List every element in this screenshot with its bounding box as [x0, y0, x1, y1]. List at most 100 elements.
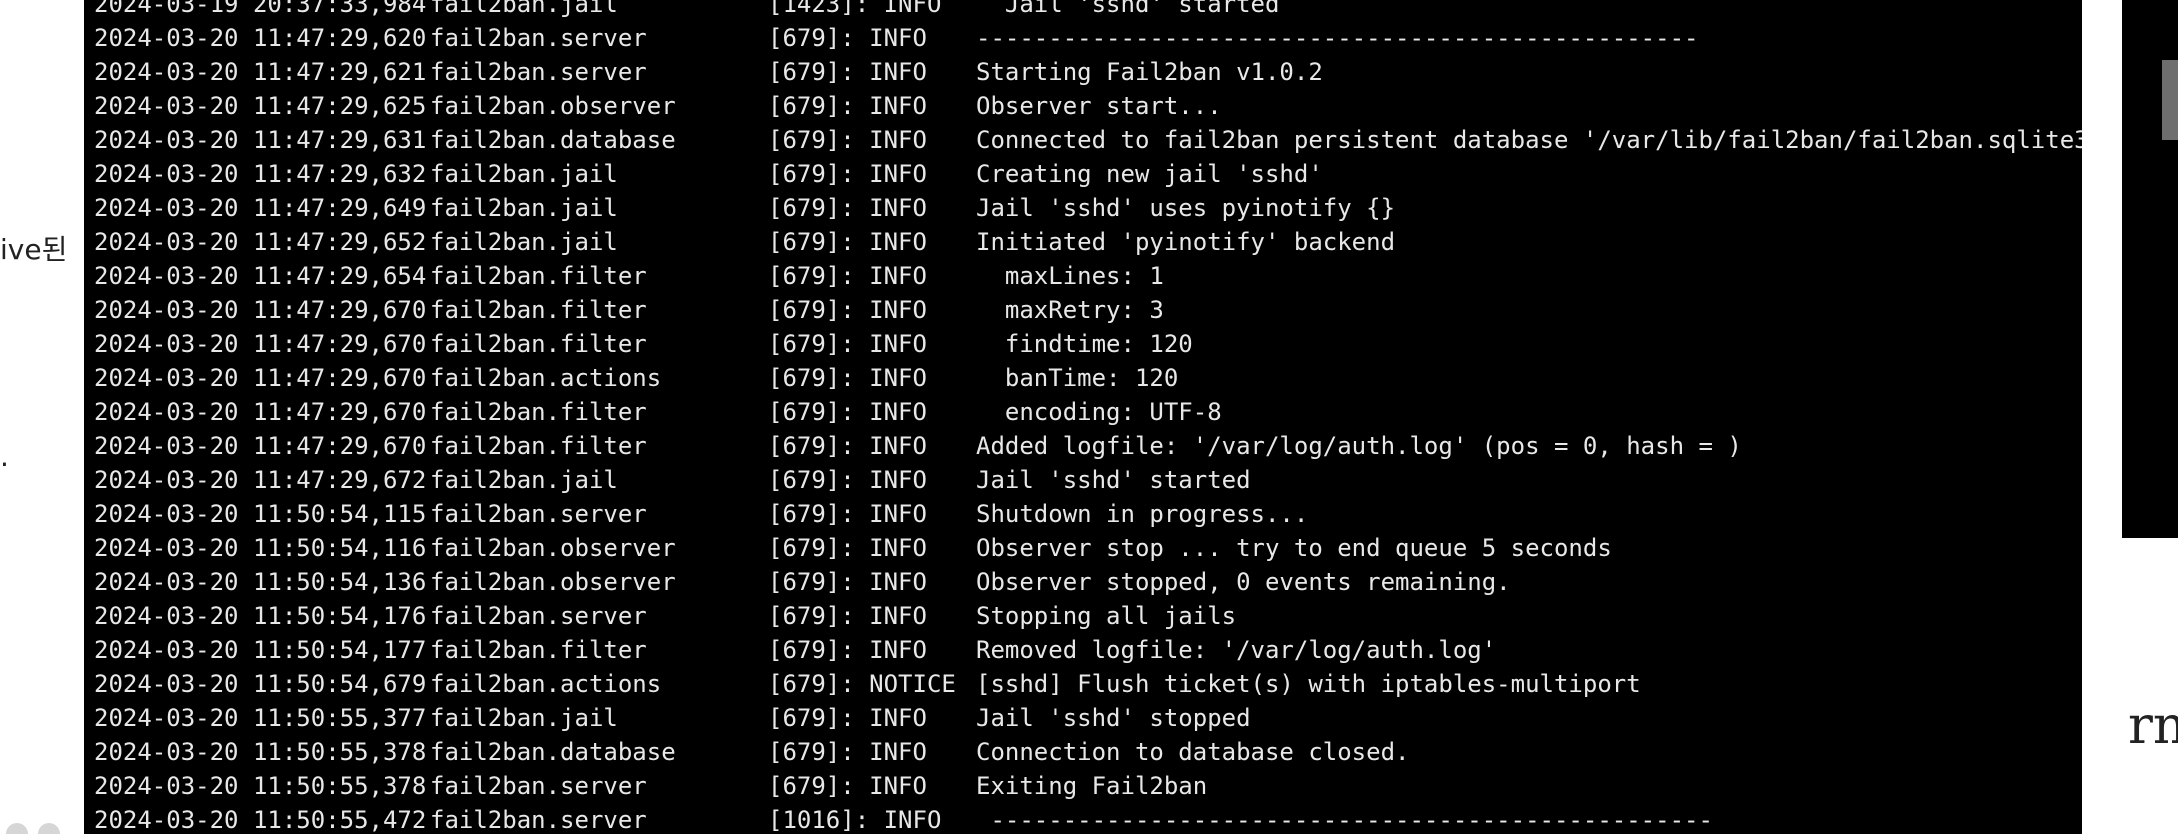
log-message: Jail 'sshd' uses pyinotify {} — [976, 194, 1396, 222]
log-message: Shutdown in progress... — [976, 500, 1309, 528]
log-level: [679]: INFO — [768, 500, 927, 528]
log-logger-name: fail2ban.observer — [430, 568, 676, 596]
log-level: [679]: INFO — [768, 364, 927, 392]
log-message: Removed logfile: '/var/log/auth.log' — [976, 636, 1497, 664]
log-timestamp: 2024-03-20 11:50:54,136 — [94, 568, 427, 596]
log-timestamp: 2024-03-20 11:50:54,115 — [94, 500, 427, 528]
log-timestamp: 2024-03-20 11:50:54,116 — [94, 534, 427, 562]
log-message: Observer stopped, 0 events remaining. — [976, 568, 1511, 596]
log-level: [679]: INFO — [768, 636, 927, 664]
log-level: [679]: INFO — [768, 92, 927, 120]
background-image-detail — [2162, 60, 2178, 140]
log-message: Starting Fail2ban v1.0.2 — [976, 58, 1323, 86]
log-level: [1423]: INFO — [768, 0, 942, 18]
log-timestamp: 2024-03-20 11:50:54,176 — [94, 602, 427, 630]
log-logger-name: fail2ban.server — [430, 602, 647, 630]
log-level: [679]: INFO — [768, 160, 927, 188]
log-timestamp: 2024-03-20 11:47:29,631 — [94, 126, 427, 154]
log-level: [679]: INFO — [768, 772, 927, 800]
log-timestamp: 2024-03-20 11:47:29,654 — [94, 262, 427, 290]
log-timestamp: 2024-03-20 11:47:29,632 — [94, 160, 427, 188]
log-timestamp: 2024-03-20 11:47:29,670 — [94, 398, 427, 426]
log-message: Stopping all jails — [976, 602, 1237, 630]
window-control-icon[interactable] — [38, 823, 60, 834]
log-logger-name: fail2ban.filter — [430, 432, 647, 460]
log-message: maxLines: 1 — [976, 262, 1164, 290]
log-logger-name: fail2ban.filter — [430, 296, 647, 324]
log-logger-name: fail2ban.observer — [430, 92, 676, 120]
log-message: Jail 'sshd' started — [976, 466, 1251, 494]
log-timestamp: 2024-03-20 11:47:29,620 — [94, 24, 427, 52]
log-message: maxRetry: 3 — [976, 296, 1164, 324]
log-message: Added logfile: '/var/log/auth.log' (pos … — [976, 432, 1742, 460]
log-timestamp: 2024-03-20 11:50:55,378 — [94, 772, 427, 800]
log-level: [679]: INFO — [768, 262, 927, 290]
log-message: [sshd] Flush ticket(s) with iptables-mul… — [976, 670, 1641, 698]
log-message: Observer stop ... try to end queue 5 sec… — [976, 534, 1612, 562]
log-level: [679]: INFO — [768, 432, 927, 460]
log-level: [679]: INFO — [768, 58, 927, 86]
log-level: [679]: INFO — [768, 330, 927, 358]
log-logger-name: fail2ban.server — [430, 24, 647, 52]
log-logger-name: fail2ban.actions — [430, 670, 662, 698]
log-logger-name: fail2ban.server — [430, 58, 647, 86]
log-timestamp: 2024-03-20 11:50:55,378 — [94, 738, 427, 766]
log-message: Creating new jail 'sshd' — [976, 160, 1323, 188]
log-logger-name: fail2ban.jail — [430, 228, 618, 256]
log-timestamp: 2024-03-20 11:50:55,472 — [94, 806, 427, 834]
window-control-icon[interactable] — [6, 823, 28, 834]
terminal-log-output[interactable]: 2024-03-19 20:37:33,984 fail2ban.jail [142… — [84, 0, 2082, 834]
log-logger-name: fail2ban.server — [430, 500, 647, 528]
log-timestamp: 2024-03-20 11:47:29,670 — [94, 364, 427, 392]
log-timestamp: 2024-03-20 11:47:29,670 — [94, 296, 427, 324]
log-logger-name: fail2ban.jail — [430, 194, 618, 222]
log-level: [679]: INFO — [768, 466, 927, 494]
log-level: [679]: INFO — [768, 228, 927, 256]
log-level: [679]: INFO — [768, 398, 927, 426]
background-text-period: . — [0, 440, 9, 473]
log-level: [679]: INFO — [768, 568, 927, 596]
log-timestamp: 2024-03-20 11:47:29,625 — [94, 92, 427, 120]
log-level: [679]: INFO — [768, 126, 927, 154]
log-message: Connected to fail2ban persistent databas… — [976, 126, 2082, 154]
log-message: encoding: UTF-8 — [976, 398, 1222, 426]
log-level: [679]: INFO — [768, 534, 927, 562]
log-timestamp: 2024-03-20 11:50:55,377 — [94, 704, 427, 732]
log-message: findtime: 120 — [976, 330, 1193, 358]
scroll-gutter[interactable] — [2082, 0, 2122, 834]
log-logger-name: fail2ban.server — [430, 772, 647, 800]
log-level: [679]: INFO — [768, 194, 927, 222]
background-text-fragment: ive된 — [0, 233, 68, 266]
log-level: [679]: INFO — [768, 704, 927, 732]
log-message: ----------------------------------------… — [976, 24, 1699, 52]
log-logger-name: fail2ban.actions — [430, 364, 662, 392]
log-message: Observer start... — [976, 92, 1222, 120]
log-timestamp: 2024-03-20 11:47:29,621 — [94, 58, 427, 86]
log-level: [679]: INFO — [768, 24, 927, 52]
log-timestamp: 2024-03-20 11:47:29,672 — [94, 466, 427, 494]
log-timestamp: 2024-03-20 11:50:54,177 — [94, 636, 427, 664]
log-timestamp: 2024-03-20 11:47:29,649 — [94, 194, 427, 222]
log-timestamp: 2024-03-20 11:47:29,652 — [94, 228, 427, 256]
log-timestamp: 2024-03-20 11:50:54,679 — [94, 670, 427, 698]
log-level: [679]: INFO — [768, 602, 927, 630]
log-logger-name: fail2ban.jail — [430, 0, 618, 18]
screenshot-root: ive된 . 2024-03-19 20:37:33,984 fail2ban.j… — [0, 0, 2178, 834]
log-logger-name: fail2ban.filter — [430, 398, 647, 426]
log-message: banTime: 120 — [976, 364, 1179, 392]
log-logger-name: fail2ban.database — [430, 738, 676, 766]
log-timestamp: 2024-03-19 20:37:33,984 — [94, 0, 427, 18]
log-timestamp: 2024-03-20 11:47:29,670 — [94, 330, 427, 358]
log-level: [679]: INFO — [768, 738, 927, 766]
log-logger-name: fail2ban.observer — [430, 534, 676, 562]
background-text-fragment-right: rn2 — [2128, 696, 2178, 756]
log-message: Initiated 'pyinotify' backend — [976, 228, 1396, 256]
log-timestamp: 2024-03-20 11:47:29,670 — [94, 432, 427, 460]
log-logger-name: fail2ban.filter — [430, 262, 647, 290]
log-logger-name: fail2ban.jail — [430, 704, 618, 732]
background-page-right: rn2 — [2122, 0, 2178, 834]
log-logger-name: fail2ban.jail — [430, 466, 618, 494]
log-logger-name: fail2ban.server — [430, 806, 647, 834]
log-level: [679]: INFO — [768, 296, 927, 324]
log-message: Connection to database closed. — [976, 738, 1410, 766]
